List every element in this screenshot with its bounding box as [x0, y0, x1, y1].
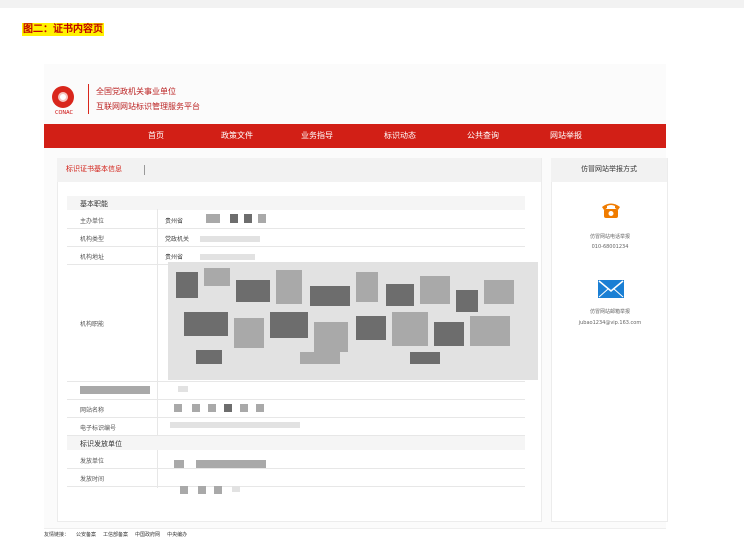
- redaction-block: [174, 404, 182, 412]
- redaction-block: [200, 236, 260, 242]
- nav-report[interactable]: 网站举报: [550, 124, 582, 148]
- phone-icon: [602, 203, 620, 218]
- friend-link[interactable]: 中央编办: [167, 532, 187, 538]
- row-org: 主办单位: [67, 210, 525, 229]
- mail-icon: [598, 280, 624, 298]
- friend-links-label: 友情链接：: [44, 532, 70, 538]
- redaction-block: [192, 404, 200, 412]
- address-value-partial: 贵州省: [165, 254, 184, 261]
- row-org-type-label: 机构类型: [80, 236, 105, 243]
- redaction-block: [80, 386, 150, 394]
- row-address-label: 机构地址: [80, 254, 105, 261]
- type-value-partial: 党政机关: [165, 236, 190, 243]
- nav-news[interactable]: 标识动态: [384, 124, 416, 148]
- figure-caption: 图二：证书内容页: [22, 23, 104, 36]
- mail-report-label: 仿冒网站邮箱举报: [589, 309, 630, 315]
- redaction-block: [356, 316, 386, 340]
- redaction-block: [434, 322, 464, 346]
- redaction-block: [180, 486, 188, 494]
- redaction-block: [256, 404, 264, 412]
- row-site-name: 网站名称: [67, 399, 525, 418]
- row-org-type: 机构类型: [67, 228, 525, 247]
- redaction-block: [214, 486, 222, 494]
- redaction-block: [270, 312, 308, 338]
- row-issue-time: 发放时间: [67, 468, 525, 487]
- cert-panel-title: 标识证书基本信息: [66, 165, 122, 173]
- redaction-block: [196, 460, 266, 468]
- redaction-block: [236, 280, 270, 302]
- row-issuer-unit-label: 发放单位: [80, 458, 105, 465]
- brand-divider: [88, 84, 89, 114]
- redaction-block: [230, 214, 238, 223]
- cert-panel-header: [57, 158, 541, 182]
- redaction-block: [184, 312, 228, 336]
- redaction-block: [200, 254, 255, 260]
- friend-link[interactable]: 中国政府网: [135, 532, 160, 538]
- redaction-block: [204, 268, 230, 286]
- brand-line-1: 全国党政机关事业单位: [96, 87, 176, 96]
- report-panel-title: 仿冒网站举报方式: [581, 165, 637, 173]
- redaction-block: [456, 290, 478, 312]
- cert-title-divider: [144, 165, 145, 175]
- conac-logo-icon[interactable]: [52, 86, 74, 108]
- redaction-block: [484, 280, 514, 304]
- friend-links: 友情链接： 公安备案 工信部备案 中国政府网 中央编办: [44, 531, 194, 538]
- redaction-block: [208, 404, 216, 412]
- redaction-block: [178, 386, 188, 392]
- brand-line-2: 互联网网站标识管理服务平台: [96, 102, 200, 111]
- friend-link[interactable]: 工信部备案: [103, 532, 128, 538]
- redaction-block: [244, 214, 252, 223]
- row-site-name-label: 网站名称: [80, 407, 105, 414]
- section-basic: 基本职能: [67, 196, 525, 210]
- nav-guidance[interactable]: 业务指导: [301, 124, 333, 148]
- redaction-block: [420, 276, 450, 304]
- main-nav: 首页 政策文件 业务指导 标识动态 公共查询 网站举报: [44, 124, 666, 148]
- redaction-block: [176, 272, 198, 298]
- redaction-block: [240, 404, 248, 412]
- redaction-block: [410, 352, 440, 364]
- row-issuer-unit: 发放单位: [67, 450, 525, 469]
- friend-link[interactable]: 公安备案: [76, 532, 96, 538]
- section-issuer: 标识发放单位: [67, 436, 525, 450]
- phone-report-number[interactable]: 010-68001234: [560, 244, 660, 250]
- redaction-block: [300, 352, 340, 364]
- phone-report-label: 仿冒网站电话举报: [589, 234, 630, 240]
- redaction-block: [314, 322, 348, 352]
- logo-text: CONAC: [55, 110, 73, 116]
- section-issuer-label: 标识发放单位: [80, 440, 122, 448]
- nav-policy[interactable]: 政策文件: [221, 124, 253, 148]
- mail-report-address[interactable]: jubao1234@vip.163.com: [560, 320, 660, 326]
- redaction-block: [276, 270, 302, 304]
- redaction-block: [258, 214, 266, 223]
- row-org-label: 主办单位: [80, 218, 105, 225]
- section-basic-label: 基本职能: [80, 200, 108, 208]
- redaction-block: [224, 404, 232, 412]
- footer-divider: [44, 528, 666, 529]
- redaction-block: [310, 286, 350, 306]
- nav-home[interactable]: 首页: [148, 124, 164, 148]
- nav-query[interactable]: 公共查询: [467, 124, 499, 148]
- row-issue-time-label: 发放时间: [80, 476, 105, 483]
- row-e-id-label: 电子标识编号: [80, 425, 117, 432]
- org-value-partial: 贵州省: [165, 218, 184, 225]
- redaction-block: [470, 316, 510, 346]
- browser-top-band: [0, 0, 744, 8]
- redaction-block: [206, 214, 220, 223]
- redaction-block: [386, 284, 414, 306]
- row-duties-label: 机构职能: [80, 321, 105, 328]
- redaction-block: [196, 350, 222, 364]
- redaction-block: [198, 486, 206, 494]
- redaction-block: [234, 318, 264, 348]
- redaction-block: [174, 460, 184, 468]
- redaction-block: [392, 312, 428, 346]
- redaction-block: [356, 272, 378, 302]
- redaction-block: [232, 486, 240, 492]
- redaction-block: [170, 422, 300, 428]
